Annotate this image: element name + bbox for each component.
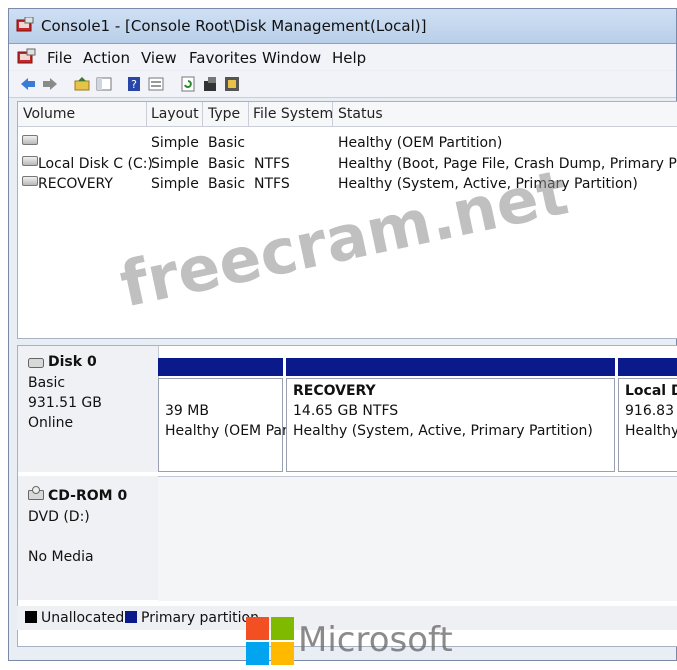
volume-icon xyxy=(22,135,38,145)
volume-status: Healthy (OEM Partition) xyxy=(338,135,503,151)
menu-window[interactable]: Window xyxy=(262,49,321,67)
settings-icon[interactable] xyxy=(223,75,241,93)
partition-status: Healthy (OEM Par xyxy=(165,423,288,439)
volume-row-recovery[interactable]: RECOVERY Simple Basic NTFS Healthy (Syst… xyxy=(18,175,677,195)
cdrom-drive: DVD (D:) xyxy=(28,509,90,525)
partition-bar-oem xyxy=(158,358,283,376)
menu-file[interactable]: File xyxy=(47,49,72,67)
menu-bar: File Action View Favorites Window Help xyxy=(9,44,676,70)
disk-0-name: Disk 0 xyxy=(48,354,97,370)
column-file-system[interactable]: File System xyxy=(253,106,333,122)
legend-primary: Primary partition xyxy=(141,610,259,626)
back-arrow-icon[interactable] xyxy=(19,75,37,93)
partition-bar-local xyxy=(618,358,677,376)
console-menu-icon[interactable] xyxy=(17,48,37,66)
up-folder-icon[interactable] xyxy=(73,75,91,93)
partition-oem[interactable]: 39 MB Healthy (OEM Par xyxy=(158,378,288,472)
menu-favorites[interactable]: Favorites xyxy=(189,49,257,67)
volume-layout: Simple xyxy=(151,135,199,151)
cdrom-state: No Media xyxy=(28,549,94,565)
partition-local-d[interactable]: Local D 916.83 G Healthy xyxy=(618,378,677,472)
column-layout[interactable]: Layout xyxy=(151,106,199,122)
disk-0-state: Online xyxy=(28,415,74,431)
properties-icon[interactable] xyxy=(147,75,165,93)
title-bar[interactable]: Console1 - [Console Root\Disk Management… xyxy=(9,9,676,44)
partition-size: 39 MB xyxy=(165,403,209,419)
disk-0-type: Basic xyxy=(28,375,66,391)
volume-name: Local Disk C (C:) xyxy=(38,156,153,172)
disk-0-label[interactable]: Disk 0 Basic 931.51 GB Online xyxy=(18,346,159,472)
partition-name: Local D xyxy=(625,383,677,399)
export-icon[interactable] xyxy=(201,75,219,93)
volume-type: Basic xyxy=(208,176,246,192)
volume-name: RECOVERY xyxy=(38,176,113,192)
mmc-window: Console1 - [Console Root\Disk Management… xyxy=(8,8,677,661)
cdrom-area xyxy=(158,476,677,601)
volume-row-oem[interactable]: Simple Basic Healthy (OEM Partition) xyxy=(18,134,677,154)
partition-status: Healthy xyxy=(625,423,677,439)
volume-layout: Simple xyxy=(151,156,199,172)
volume-icon xyxy=(22,156,38,166)
volume-row-local-c[interactable]: Local Disk C (C:) Simple Basic NTFS Heal… xyxy=(18,155,677,175)
forward-arrow-icon[interactable] xyxy=(41,75,59,93)
partition-status: Healthy (System, Active, Primary Partiti… xyxy=(293,423,593,439)
volume-fs: NTFS xyxy=(254,156,290,172)
volume-fs: NTFS xyxy=(254,176,290,192)
partition-recovery[interactable]: RECOVERY 14.65 GB NTFS Healthy (System, … xyxy=(286,378,615,472)
help-icon[interactable]: ? xyxy=(125,75,143,93)
menu-action[interactable]: Action xyxy=(83,49,130,67)
svg-text:?: ? xyxy=(131,78,137,91)
partition-size: 14.65 GB NTFS xyxy=(293,403,399,419)
partition-size: 916.83 G xyxy=(625,403,677,419)
menu-help[interactable]: Help xyxy=(332,49,366,67)
disk-0-size: 931.51 GB xyxy=(28,395,102,411)
microsoft-logo-icon xyxy=(246,617,294,665)
volume-list-header: Volume Layout Type File System Status xyxy=(18,102,677,127)
column-status[interactable]: Status xyxy=(338,106,383,122)
refresh-icon[interactable] xyxy=(179,75,197,93)
window-title: Console1 - [Console Root\Disk Management… xyxy=(41,17,427,35)
column-type[interactable]: Type xyxy=(208,106,240,122)
cdrom-name: CD-ROM 0 xyxy=(48,488,128,504)
console-app-icon xyxy=(16,17,34,32)
disk-map: Disk 0 Basic 931.51 GB Online 39 MB Heal… xyxy=(17,345,677,647)
toolbar: ? xyxy=(9,71,676,98)
volume-layout: Simple xyxy=(151,176,199,192)
disk-icon xyxy=(28,358,44,368)
cdrom-icon xyxy=(28,486,44,500)
volume-type: Basic xyxy=(208,135,246,151)
menu-view[interactable]: View xyxy=(141,49,177,67)
cdrom-0-label[interactable]: CD-ROM 0 DVD (D:) No Media xyxy=(18,476,159,600)
legend-unallocated: Unallocated xyxy=(41,610,125,626)
volume-type: Basic xyxy=(208,156,246,172)
partition-bar-recovery xyxy=(286,358,615,376)
volume-icon xyxy=(22,176,38,186)
microsoft-wordmark: Microsoft xyxy=(298,620,453,660)
legend-unallocated-swatch xyxy=(25,611,37,623)
column-volume[interactable]: Volume xyxy=(23,106,75,122)
show-hide-tree-icon[interactable] xyxy=(95,75,113,93)
legend-primary-swatch xyxy=(125,611,137,623)
partition-name: RECOVERY xyxy=(293,383,376,399)
